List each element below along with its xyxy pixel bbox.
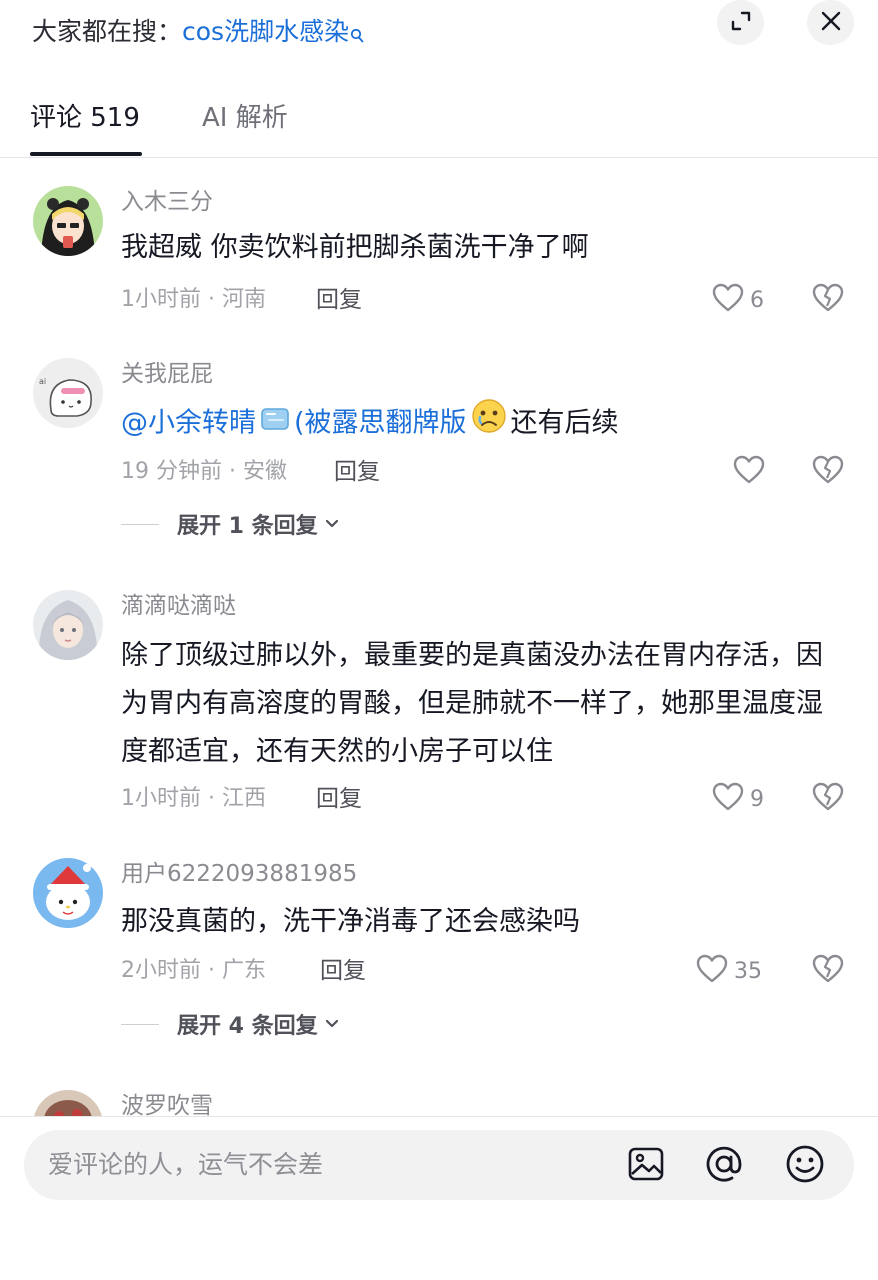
expand-replies-button[interactable]: 展开 4 条回复 xyxy=(121,1008,340,1040)
heart-icon xyxy=(712,283,744,317)
like-count: 35 xyxy=(734,958,762,984)
like-count: 6 xyxy=(750,287,764,313)
broken-heart-icon xyxy=(812,283,844,317)
emoji-icon xyxy=(785,1144,825,1188)
trending-search-query[interactable]: cos洗脚水感染 xyxy=(182,17,349,46)
tab-comments[interactable]: 评论 519 xyxy=(30,98,140,138)
top-bar: 大家都在搜：cos洗脚水感染 xyxy=(0,0,878,70)
tab-ai-analysis[interactable]: AI 解析 xyxy=(202,98,288,138)
comment-item: 入木三分 我超威 你卖饮料前把脚杀菌洗干净了啊 1小时前 · 河南 回复 6 xyxy=(0,186,878,336)
comment-input-bar[interactable]: 爱评论的人，运气不会差 xyxy=(24,1130,854,1200)
broken-heart-icon xyxy=(812,455,844,489)
like-button[interactable]: 35 xyxy=(696,953,762,989)
heart-icon xyxy=(696,954,728,988)
emoji-button[interactable] xyxy=(785,1144,825,1188)
active-tab-indicator xyxy=(30,152,142,156)
avatar[interactable]: ai xyxy=(33,358,103,428)
dislike-button[interactable] xyxy=(810,454,846,490)
bottom-divider xyxy=(0,1116,878,1117)
tab-bar: 评论 519 AI 解析 xyxy=(0,88,878,158)
close-icon xyxy=(820,10,842,36)
expand-divider xyxy=(121,523,159,525)
comment-text: 我超威 你卖饮料前把脚杀菌洗干净了啊 xyxy=(121,232,589,263)
mention-suffix[interactable]: (被露思翻牌版 xyxy=(294,408,467,439)
like-count: 9 xyxy=(750,786,764,812)
comment-list[interactable]: 入木三分 我超威 你卖饮料前把脚杀菌洗干净了啊 1小时前 · 河南 回复 6 a… xyxy=(0,158,878,1116)
reply-button[interactable]: 回复 xyxy=(320,955,366,987)
comment-time-location: 2小时前 · 广东 xyxy=(121,958,266,983)
reply-button[interactable]: 回复 xyxy=(334,456,380,488)
comment-username[interactable]: 用户6222093881985 xyxy=(121,858,357,890)
expand-replies-label: 展开 1 条回复 xyxy=(177,514,318,539)
comment-time-location: 1小时前 · 江西 xyxy=(121,786,266,811)
trending-search[interactable]: 大家都在搜：cos洗脚水感染 xyxy=(32,14,364,54)
chevron-down-icon xyxy=(324,1015,340,1034)
comment-username[interactable]: 波罗吹雪 xyxy=(121,1090,213,1116)
comment-text: 那没真菌的，洗干净消毒了还会感染吗 xyxy=(121,906,580,937)
reply-button[interactable]: 回复 xyxy=(316,284,362,316)
like-button[interactable] xyxy=(733,454,771,490)
ice-cube-emoji xyxy=(260,400,290,448)
comment-username[interactable]: 关我屁屁 xyxy=(121,358,213,390)
avatar[interactable] xyxy=(33,1090,103,1116)
expand-button[interactable] xyxy=(717,0,764,45)
chevron-down-icon xyxy=(324,515,340,534)
comment-item: 波罗吹雪 xyxy=(0,1090,878,1116)
dislike-button[interactable] xyxy=(810,953,846,989)
comment-item: ai 关我屁屁 @小余转晴 (被露思翻牌版 还有后续 19 分钟前 · 安徽 回复 … xyxy=(0,358,878,568)
comment-username[interactable]: 滴滴哒滴哒 xyxy=(121,590,236,622)
expand-replies-button[interactable]: 展开 1 条回复 xyxy=(121,508,340,540)
expand-replies-label: 展开 4 条回复 xyxy=(177,1014,318,1039)
comment-text: @小余转晴 (被露思翻牌版 还有后续 xyxy=(121,398,833,450)
heart-icon xyxy=(733,455,765,489)
svg-text:ai: ai xyxy=(39,377,46,386)
comment-time-location: 19 分钟前 · 安徽 xyxy=(121,459,287,484)
expand-divider xyxy=(121,1023,159,1025)
avatar[interactable] xyxy=(33,186,103,256)
expand-icon xyxy=(730,10,752,36)
comment-text: 除了顶级过肺以外，最重要的是真菌没办法在胃内存活，因为胃内有高溶度的胃酸，但是肺… xyxy=(121,640,823,767)
comment-item: 滴滴哒滴哒 除了顶级过肺以外，最重要的是真菌没办法在胃内存活，因为胃内有高溶度的… xyxy=(0,590,878,820)
comment-text-tail: 还有后续 xyxy=(510,407,619,439)
trending-search-prefix: 大家都在搜： xyxy=(32,17,183,46)
mention-link[interactable]: @小余转晴 xyxy=(121,408,256,439)
search-icon xyxy=(350,18,364,54)
like-button[interactable]: 6 xyxy=(712,282,764,318)
image-button[interactable] xyxy=(627,1147,665,1185)
close-button[interactable] xyxy=(807,0,854,45)
comment-username[interactable]: 入木三分 xyxy=(121,186,213,218)
sad-face-emoji xyxy=(471,398,507,450)
reply-button[interactable]: 回复 xyxy=(316,783,362,815)
at-icon xyxy=(704,1144,744,1188)
like-button[interactable]: 9 xyxy=(712,781,764,817)
broken-heart-icon xyxy=(812,782,844,816)
broken-heart-icon xyxy=(812,954,844,988)
dislike-button[interactable] xyxy=(810,282,846,318)
comment-item: 用户6222093881985 那没真菌的，洗干净消毒了还会感染吗 2小时前 ·… xyxy=(0,858,878,1068)
image-icon xyxy=(627,1146,665,1186)
comment-time-location: 1小时前 · 河南 xyxy=(121,287,266,312)
comment-input[interactable]: 爱评论的人，运气不会差 xyxy=(48,1147,323,1183)
dislike-button[interactable] xyxy=(810,781,846,817)
heart-icon xyxy=(712,782,744,816)
mention-button[interactable] xyxy=(704,1144,744,1188)
avatar[interactable] xyxy=(33,858,103,928)
avatar[interactable] xyxy=(33,590,103,660)
